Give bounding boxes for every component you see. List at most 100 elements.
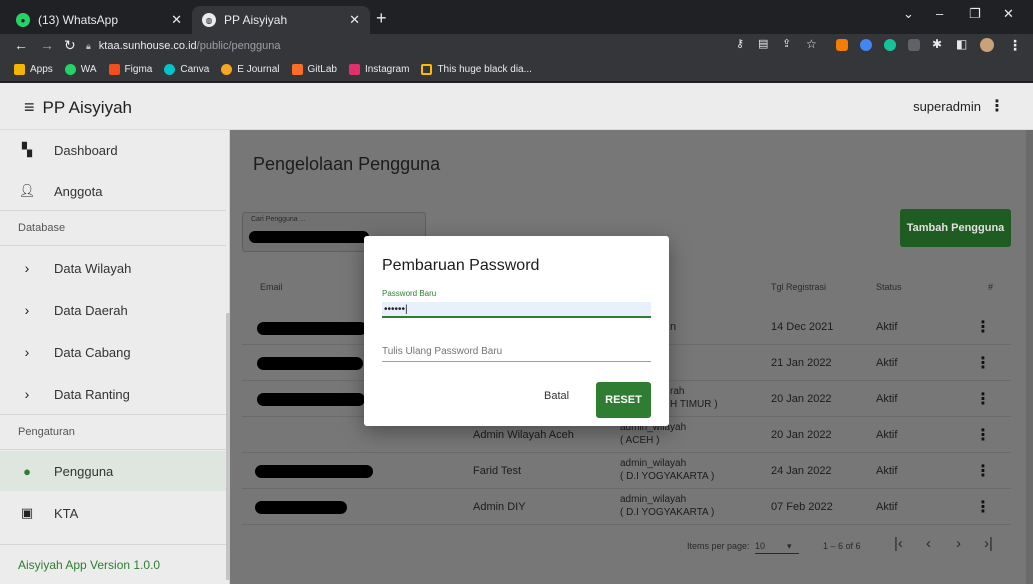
- row-status: Aktif: [876, 321, 898, 333]
- journal-icon: [221, 64, 233, 75]
- row-more-icon[interactable]: ⋮: [975, 389, 991, 409]
- close-tab-icon[interactable]: ✕: [171, 12, 182, 28]
- sidebar-item-dashboard[interactable]: ▚ Dashboard: [0, 130, 226, 170]
- maximize-icon[interactable]: ❐: [969, 6, 981, 22]
- sidebar-item-data-cabang[interactable]: › Data Cabang: [0, 332, 226, 372]
- tab-whatsapp[interactable]: ● (13) WhatsApp ✕: [6, 6, 192, 34]
- bookmark-ejournal[interactable]: E Journal: [221, 64, 280, 75]
- row-status: Aktif: [876, 429, 898, 441]
- extension-blue-icon[interactable]: [860, 39, 872, 51]
- app-version: Aisyiyah App Version 1.0.0: [0, 544, 226, 584]
- sidebar-item-label: KTA: [54, 505, 79, 521]
- minimize-icon[interactable]: –: [936, 6, 943, 21]
- browser-tabstrip: ● (13) WhatsApp ✕ ◍ PP Aisyiyah ✕ + ⌄ – …: [0, 0, 1033, 34]
- row-more-icon[interactable]: ⋮: [975, 425, 991, 445]
- bookmark-figma[interactable]: Figma: [108, 64, 152, 75]
- redacted-search-value: [249, 231, 369, 243]
- sidebar-item-label: Data Ranting: [54, 386, 130, 402]
- table-row[interactable]: Admin DIY admin_wilayah( D.I YOGYAKARTA …: [242, 489, 1011, 525]
- column-actions: #: [988, 282, 994, 292]
- close-tab-icon[interactable]: ✕: [349, 12, 360, 28]
- close-window-icon[interactable]: ✕: [1003, 6, 1014, 22]
- search-label: Cari Pengguna ...: [251, 216, 306, 223]
- extension-sc-icon[interactable]: [836, 39, 848, 51]
- next-page-icon[interactable]: ›: [956, 535, 961, 552]
- page-title: Pengelolaan Pengguna: [253, 154, 441, 174]
- forward-icon[interactable]: →: [40, 37, 54, 53]
- reset-button[interactable]: RESET: [596, 382, 651, 418]
- row-more-icon[interactable]: ⋮: [975, 461, 991, 481]
- redacted-email: [257, 357, 363, 370]
- star-icon[interactable]: ☆: [806, 37, 817, 51]
- items-per-page-label: Items per page:: [687, 541, 750, 551]
- main-scrollbar[interactable]: [1026, 130, 1033, 584]
- browser-menu-icon[interactable]: ⋮: [1008, 37, 1022, 54]
- row-name: Farid Test: [473, 465, 522, 477]
- browser-toolbar: ← → ↻ 🔒︎ ktaa.sunhouse.co.id/public/peng…: [0, 34, 1033, 58]
- sidepanel-icon[interactable]: ◧: [956, 37, 967, 51]
- globe-icon: ◍: [202, 13, 216, 27]
- repeat-password-field[interactable]: [382, 342, 651, 362]
- row-date: 20 Jan 2022: [771, 429, 832, 441]
- row-name: Admin Wilayah Aceh: [473, 429, 574, 441]
- extension-gray-icon[interactable]: [908, 39, 920, 51]
- canva-icon: [164, 64, 176, 75]
- bookmark-huge-black-dia[interactable]: This huge black dia...: [421, 64, 532, 75]
- row-status: Aktif: [876, 357, 898, 369]
- redacted-email: [255, 501, 347, 514]
- sidebar-item-data-daerah[interactable]: › Data Daerah: [0, 290, 226, 330]
- new-password-field[interactable]: [382, 302, 651, 318]
- redacted-email: [255, 465, 373, 478]
- new-tab-button[interactable]: +: [376, 8, 387, 29]
- key-icon[interactable]: ⚷: [736, 37, 744, 50]
- redacted-email: [257, 393, 365, 406]
- last-page-icon[interactable]: ›|: [984, 535, 993, 552]
- translate-icon[interactable]: ▤: [758, 37, 768, 50]
- sidebar-item-kta[interactable]: ▣ KTA: [0, 493, 226, 533]
- puzzle-icon[interactable]: ✱: [932, 37, 942, 51]
- items-per-page-select[interactable]: 10 ▾: [755, 541, 799, 554]
- row-more-icon[interactable]: ⋮: [975, 353, 991, 373]
- url-host: ktaa.sunhouse.co.id: [98, 40, 197, 52]
- reload-icon[interactable]: ↻: [64, 37, 76, 54]
- tab-pp-aisyiyah[interactable]: ◍ PP Aisyiyah ✕: [192, 6, 370, 34]
- bookmarks-bar: Apps WA Figma Canva E Journal GitLab Ins…: [0, 58, 1033, 82]
- grammarly-icon[interactable]: [884, 39, 896, 51]
- address-bar[interactable]: 🔒︎ ktaa.sunhouse.co.id/public/pengguna: [86, 36, 722, 56]
- back-icon[interactable]: ←: [14, 37, 28, 53]
- cancel-button[interactable]: Batal: [544, 390, 569, 402]
- row-role: admin_wilayah( D.I YOGYAKARTA ): [620, 458, 715, 482]
- bookmark-wa[interactable]: WA: [64, 64, 97, 75]
- new-password-label: Password Baru: [382, 289, 437, 298]
- sidebar-item-data-wilayah[interactable]: › Data Wilayah: [0, 248, 226, 288]
- url-path: /public/pengguna: [196, 40, 281, 52]
- bookmark-gitlab[interactable]: GitLab: [291, 64, 337, 75]
- column-email: Email: [260, 282, 283, 292]
- row-more-icon[interactable]: ⋮: [975, 317, 991, 337]
- first-page-icon[interactable]: |‹: [894, 535, 903, 552]
- row-more-icon[interactable]: ⋮: [975, 497, 991, 517]
- sidebar-item-data-ranting[interactable]: › Data Ranting: [0, 374, 226, 414]
- column-registered: Tgl Registrasi: [771, 282, 827, 292]
- figma-icon: [108, 64, 120, 75]
- sidebar-item-pengguna[interactable]: ● Pengguna: [0, 451, 226, 491]
- profile-avatar-icon[interactable]: [980, 38, 994, 52]
- tab-search-icon[interactable]: ⌄: [903, 6, 914, 22]
- table-row[interactable]: Farid Test admin_wilayah( D.I YOGYAKARTA…: [242, 453, 1011, 489]
- more-vert-icon[interactable]: ⋮: [989, 96, 1005, 116]
- bookmark-instagram[interactable]: Instagram: [348, 64, 409, 75]
- apps-grid-icon: [14, 64, 25, 75]
- add-user-button[interactable]: Tambah Pengguna: [900, 209, 1011, 247]
- id-badge-icon: ▣: [20, 505, 34, 520]
- sidebar-item-anggota[interactable]: 👤︎ Anggota: [0, 171, 226, 211]
- prev-page-icon[interactable]: ‹: [926, 535, 931, 552]
- dashboard-icon: ▚: [22, 142, 32, 157]
- menu-icon[interactable]: ≡: [24, 97, 35, 118]
- whatsapp-icon: ●: [16, 13, 30, 27]
- bookmark-apps[interactable]: Apps: [14, 64, 53, 75]
- tab-title: (13) WhatsApp: [38, 13, 119, 27]
- chevron-right-icon: ›: [24, 344, 30, 360]
- row-date: 21 Jan 2022: [771, 357, 832, 369]
- bookmark-canva[interactable]: Canva: [164, 64, 209, 75]
- share-icon[interactable]: ⇪: [782, 37, 791, 50]
